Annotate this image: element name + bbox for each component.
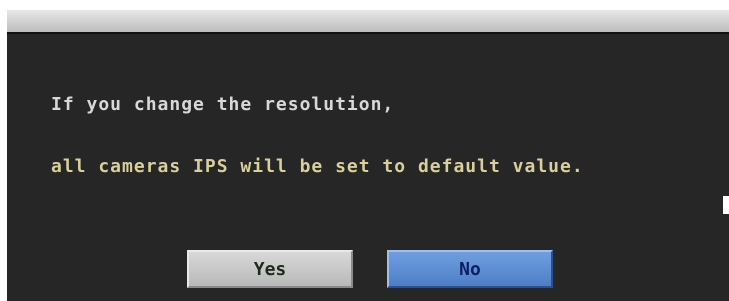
message-line-1: If you change the resolution, [51,94,395,115]
yes-button[interactable]: Yes [187,250,353,288]
confirmation-dialog: If you change the resolution, all camera… [7,32,729,301]
screen: If you change the resolution, all camera… [0,0,729,301]
no-button[interactable]: No [387,250,553,288]
edge-marker [723,196,729,214]
message-line-2: all cameras IPS will be set to default v… [51,156,584,177]
dialog-titlebar [7,10,729,32]
